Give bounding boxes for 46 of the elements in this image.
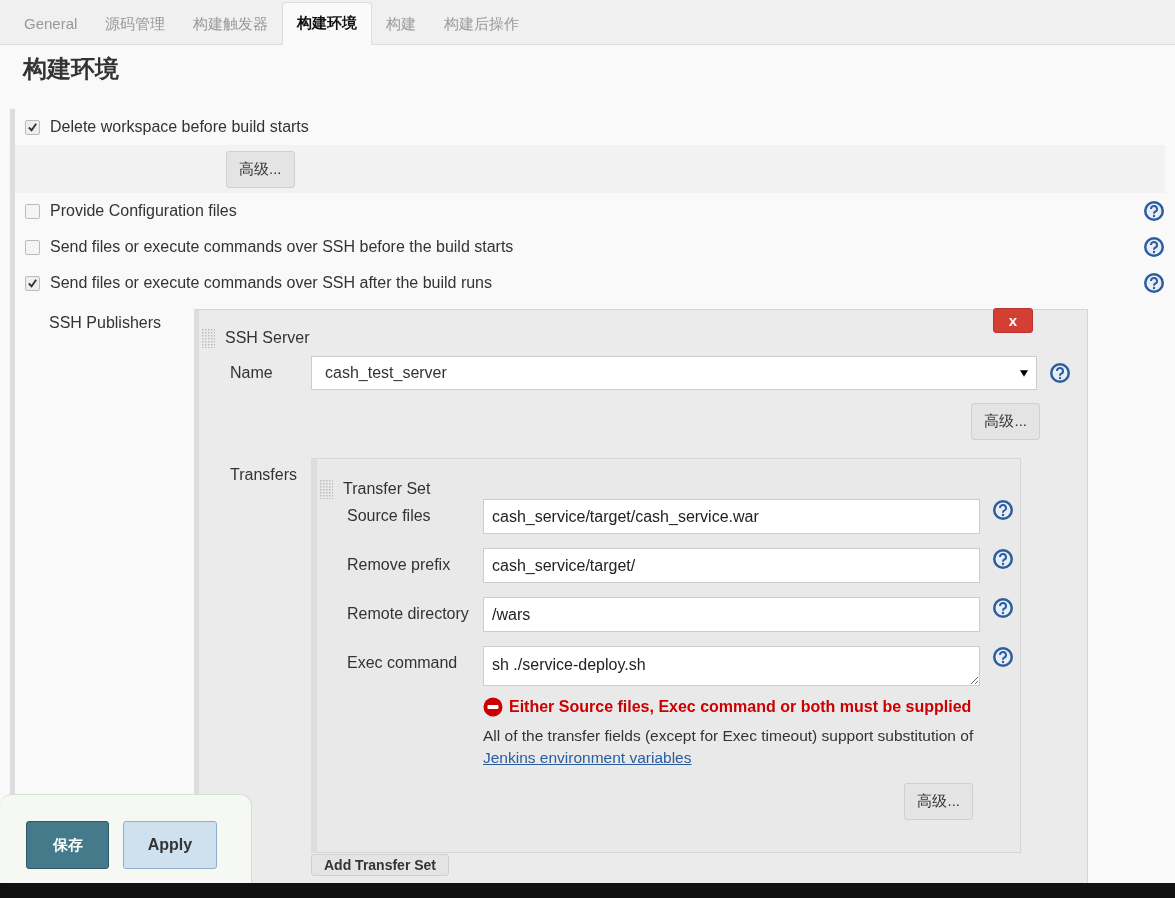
field-label: Remove prefix [347,555,452,574]
command-field[interactable]: sh ./service-deploy.sh [483,646,980,686]
input-field[interactable]: /wars [483,597,980,632]
apply-button[interactable]: Apply [123,821,217,869]
server-select[interactable]: cash_test_server [311,356,1037,390]
help-icon[interactable] [1049,362,1071,384]
drag-handle-icon[interactable] [319,479,333,499]
help-icon[interactable] [1143,236,1165,258]
input-field[interactable]: cash_service/target/cash_service.war [483,499,980,534]
advanced-button[interactable]: 高级... [904,783,973,820]
option-label: Send files or execute commands over SSH before the build starts [50,238,514,256]
caret-icon [1020,369,1028,377]
help-icon[interactable] [1143,200,1165,222]
field-label: Source files [347,506,432,525]
advanced-button[interactable]: 高级... [971,403,1040,440]
save-button[interactable]: 保存 [26,821,109,869]
help-icon[interactable] [992,548,1014,570]
checkbox[interactable] [25,239,40,255]
panel-title: Transfer Set [343,480,431,498]
error-message: Either Source files, Exec command or both must be supplied [509,698,972,716]
option-label: Delete workspace before build starts [50,118,309,136]
field-label: SSH Publishers [48,313,163,332]
help-icon[interactable] [992,499,1014,521]
section-heading: 构建环境 [23,54,120,84]
field-label: Exec command [347,653,459,672]
help-icon[interactable] [992,646,1014,668]
tab[interactable]: 构建环境 [282,2,373,45]
help-icon[interactable] [992,597,1014,619]
field-label: Name [230,364,274,382]
help-text: All of the transfer fields (except for Exec timeout) support substitution of Jenkins environment variables [483,726,975,768]
checkbox[interactable] [25,275,40,291]
link[interactable]: Jenkins environment variables [483,749,692,766]
option-label: Provide Configuration files [50,202,237,220]
panel-title: SSH Server [225,329,310,347]
error-icon [483,697,503,717]
field-label: Transfers [230,465,298,485]
input-field[interactable]: cash_service/target/ [483,548,980,583]
delete-button[interactable]: x [993,308,1033,333]
checkbox[interactable] [25,203,40,219]
checkbox[interactable] [25,119,40,135]
option-label: Send files or execute commands over SSH after the build runs [50,274,492,292]
add-transfer-set-button[interactable]: Add Transfer Set [311,854,450,876]
field-label: Remote directory [347,604,470,623]
help-icon[interactable] [1143,272,1165,294]
drag-handle-icon[interactable] [201,328,215,348]
advanced-button[interactable]: 高级... [226,150,295,188]
